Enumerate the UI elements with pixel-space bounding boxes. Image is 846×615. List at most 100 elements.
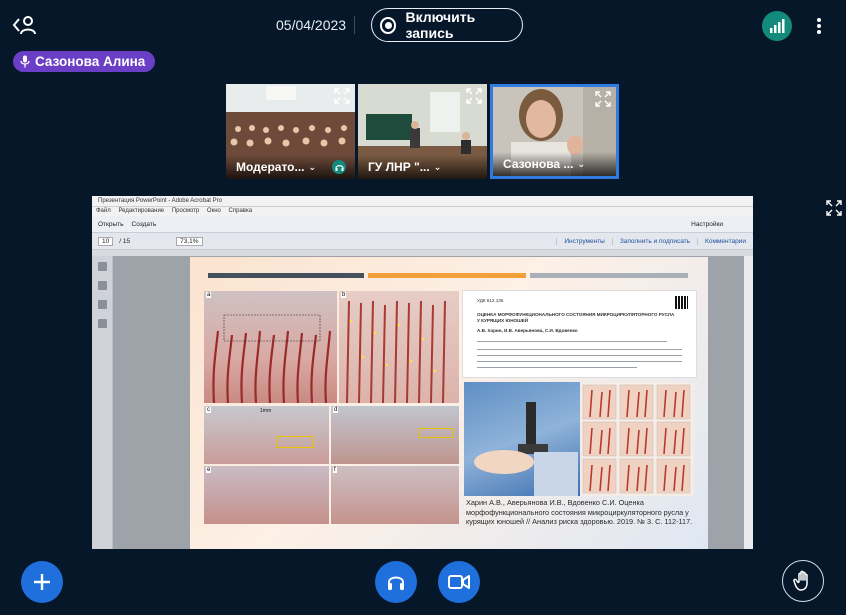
plus-icon xyxy=(34,574,50,590)
video-thumbnail[interactable]: ГУ ЛНР "... ⌄ xyxy=(358,84,487,179)
paper-udk: УДК 612.135 xyxy=(477,298,504,303)
thumbnail-name: Сазонова ... xyxy=(503,157,574,171)
slide-bar-orange xyxy=(368,273,526,278)
menu-item: Окно xyxy=(206,208,221,214)
capillary-panel-b: b xyxy=(339,291,459,403)
text-line xyxy=(477,361,682,363)
document-area: a b c 1mm d e f УДК 612.135 ОЦЕНКА МОРФО… xyxy=(113,256,744,549)
window-menu: Файл Редактирование Просмотр Окно Справк… xyxy=(92,207,753,216)
paper-preview: УДК 612.135 ОЦЕНКА МОРФОФУНКЦИОНАЛЬНОГО … xyxy=(462,290,697,378)
bookmark-icon xyxy=(97,281,107,290)
attachment-icon xyxy=(97,300,107,309)
microscope-photo xyxy=(464,382,580,496)
expand-thumbnail-button[interactable] xyxy=(466,88,482,104)
settings-label: Настройки xyxy=(691,220,723,228)
window-title: Презентация PowerPoint - Adobe Acrobat P… xyxy=(92,196,753,207)
raise-hand-button[interactable] xyxy=(782,560,824,602)
panel-tab: Инструменты xyxy=(556,237,612,245)
capillary-panel-c: c 1mm xyxy=(204,406,329,464)
paper-title: ОЦЕНКА МОРФОФУНКЦИОНАЛЬНОГО СОСТОЯНИЯ МИ… xyxy=(477,312,675,323)
headphones-icon xyxy=(388,576,404,590)
thumbnail-label-bar: Модерато... ⌄ xyxy=(226,155,355,179)
text-line xyxy=(477,349,682,351)
text-line xyxy=(477,341,667,343)
leave-button[interactable] xyxy=(12,14,38,36)
capillary-panel-e: e xyxy=(204,466,329,524)
talking-indicator[interactable]: Сазонова Алина xyxy=(13,51,156,72)
expand-icon xyxy=(334,88,350,104)
create-label: Создать xyxy=(131,220,157,228)
screenshare-view[interactable]: Презентация PowerPoint - Adobe Acrobat P… xyxy=(92,196,753,549)
acrobat-toolbar: Открыть Создать Настройки xyxy=(92,216,753,233)
slide-page: a b c 1mm d e f УДК 612.135 ОЦЕНКА МОРФО… xyxy=(190,257,708,549)
chevron-down-icon[interactable]: ⌄ xyxy=(577,159,585,170)
panel-letter: f xyxy=(333,467,337,473)
signature-icon xyxy=(97,319,107,328)
headphones-icon xyxy=(332,160,347,174)
qr-code xyxy=(675,296,688,309)
thumbnail-name: Модерато... xyxy=(236,160,305,174)
annotation-box xyxy=(276,436,314,448)
document-scrollbar[interactable] xyxy=(744,256,753,549)
thumbnail-label-bar: Сазонова ... ⌄ xyxy=(493,152,616,176)
panel-letter: c xyxy=(206,407,211,413)
signal-bars-icon xyxy=(770,19,785,33)
slide-bar-dark xyxy=(208,273,364,278)
capillary-panel-d: d xyxy=(331,406,459,464)
open-label: Открыть xyxy=(98,220,124,228)
audio-button[interactable] xyxy=(375,561,417,603)
slide-bar-gray xyxy=(530,273,688,278)
menu-item: Редактирование xyxy=(118,208,165,214)
thumbnail-label-bar: ГУ ЛНР "... ⌄ xyxy=(358,155,487,179)
capillary-panel-f: f xyxy=(331,466,459,524)
video-thumbnail-active[interactable]: Сазонова ... ⌄ xyxy=(490,84,619,179)
expand-thumbnail-button[interactable] xyxy=(334,88,350,104)
video-thumbnail[interactable]: Модерато... ⌄ xyxy=(226,84,355,179)
page-number: 10 xyxy=(98,236,114,246)
capillary-panel-a: a xyxy=(204,291,337,403)
meeting-date: 05/04/2023 xyxy=(276,17,347,33)
raise-hand-icon xyxy=(793,570,808,591)
slide-caption: Харин А.В., Аверьянова И.В., Вдовенко С.… xyxy=(466,498,693,527)
menu-item: Файл xyxy=(96,208,111,214)
paper-authors: А.В. Харин, И.В. Аверьянова, С.И. Вдовен… xyxy=(477,328,578,333)
expand-icon xyxy=(466,88,482,104)
talking-name: Сазонова Алина xyxy=(35,54,146,69)
user-leave-icon xyxy=(12,16,36,35)
panel-tabs: Инструменты Заполнить и подписать Коммен… xyxy=(556,237,753,245)
menu-item: Просмотр xyxy=(171,208,200,214)
chevron-down-icon[interactable]: ⌄ xyxy=(309,162,317,173)
expand-icon xyxy=(595,91,611,107)
panel-tab: Заполнить и подписать xyxy=(611,237,697,245)
capillary-grid xyxy=(580,382,694,496)
video-camera-icon xyxy=(448,575,470,589)
record-button[interactable]: Включить запись xyxy=(371,8,523,42)
thumbnail-name: ГУ ЛНР "... xyxy=(368,160,430,174)
text-line xyxy=(477,355,682,357)
panel-letter: d xyxy=(333,407,339,413)
page-total: / 15 xyxy=(119,237,131,245)
actions-button[interactable] xyxy=(21,561,63,603)
panel-tab: Комментарии xyxy=(697,237,753,245)
chevron-down-icon[interactable]: ⌄ xyxy=(434,162,442,173)
fullscreen-screenshare-button[interactable] xyxy=(826,200,842,216)
pages-icon xyxy=(97,262,107,271)
annotation-box xyxy=(419,428,453,438)
kebab-menu-icon xyxy=(817,18,821,34)
text-line xyxy=(477,367,637,369)
scale-label: 1mm xyxy=(260,408,272,414)
acrobat-nav-toolbar: 10 / 15 73,1% Инструменты Заполнить и по… xyxy=(92,233,753,250)
video-button[interactable] xyxy=(438,561,480,603)
connection-status-button[interactable] xyxy=(762,11,792,41)
microphone-icon xyxy=(20,55,30,68)
panel-letter: e xyxy=(206,467,212,473)
divider xyxy=(354,16,355,34)
acrobat-sidebar xyxy=(92,256,113,549)
options-menu-button[interactable] xyxy=(810,14,828,38)
record-icon xyxy=(380,16,397,34)
expand-thumbnail-button[interactable] xyxy=(595,91,611,107)
menu-item: Справка xyxy=(228,208,253,214)
zoom-level: 73,1% xyxy=(176,236,203,246)
expand-icon xyxy=(826,200,842,216)
record-button-label: Включить запись xyxy=(405,9,476,41)
